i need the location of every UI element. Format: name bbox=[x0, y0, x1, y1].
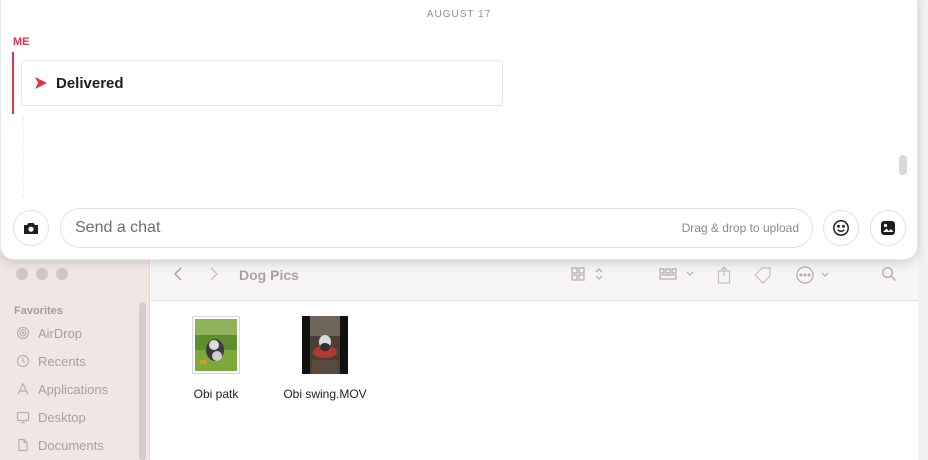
file-item-obi-patk[interactable]: Obi patk bbox=[176, 316, 256, 401]
more-actions-button[interactable] bbox=[795, 266, 833, 284]
airdrop-icon bbox=[16, 326, 30, 340]
message-status-card: Delivered bbox=[21, 60, 503, 106]
chevron-left-icon bbox=[173, 267, 182, 281]
chat-input[interactable] bbox=[61, 219, 682, 237]
thread-guide-line bbox=[23, 117, 24, 197]
search-icon bbox=[881, 266, 896, 281]
tag-icon bbox=[754, 267, 771, 284]
sidebar-item-airdrop[interactable]: AirDrop bbox=[16, 323, 82, 343]
share-button[interactable] bbox=[717, 266, 731, 284]
group-icon bbox=[659, 268, 694, 280]
file-name: Obi swing.MOV bbox=[283, 387, 367, 401]
sidebar-item-desktop[interactable]: Desktop bbox=[16, 407, 86, 427]
sidebar-item-label: Desktop bbox=[38, 409, 86, 425]
date-divider: AUGUST 17 bbox=[426, 9, 492, 20]
grid-view-icon bbox=[571, 267, 603, 281]
sidebar-item-applications[interactable]: Applications bbox=[16, 379, 108, 399]
tag-button[interactable] bbox=[753, 266, 773, 284]
camera-icon bbox=[24, 223, 38, 234]
chat-window: AUGUST 17 ME Delivered Drag & drop to up… bbox=[0, 0, 918, 260]
chevron-right-icon bbox=[210, 267, 219, 281]
sidebar-item-label: Recents bbox=[38, 353, 86, 369]
ellipsis-circle-icon bbox=[796, 266, 829, 284]
message-status-text: Delivered bbox=[56, 74, 124, 92]
chat-scrollbar[interactable] bbox=[899, 155, 907, 175]
sidebar-item-label: Documents bbox=[38, 437, 104, 453]
image-thumbnail bbox=[192, 316, 240, 374]
forward-button[interactable] bbox=[209, 266, 219, 282]
emoji-button[interactable] bbox=[823, 210, 859, 246]
finder-window: Favorites AirDrop Recents Applications D… bbox=[0, 250, 918, 460]
share-icon bbox=[717, 266, 731, 284]
drag-drop-hint: Drag & drop to upload bbox=[681, 221, 799, 235]
sender-accent-bar bbox=[12, 52, 14, 114]
sidebar-item-recents[interactable]: Recents bbox=[16, 351, 86, 371]
finder-sidebar: Favorites AirDrop Recents Applications D… bbox=[0, 250, 150, 460]
file-name: Obi patk bbox=[193, 387, 239, 401]
applications-icon bbox=[17, 383, 29, 395]
sticker-icon bbox=[881, 221, 895, 235]
sidebar-item-label: AirDrop bbox=[38, 325, 83, 341]
sidebar-scrollbar[interactable] bbox=[139, 302, 146, 460]
folder-title: Dog Pics bbox=[239, 267, 299, 283]
sender-label: ME bbox=[13, 36, 30, 48]
video-thumbnail bbox=[302, 316, 348, 374]
sidebar-item-documents[interactable]: Documents bbox=[16, 435, 104, 455]
close-window-button[interactable] bbox=[16, 268, 28, 280]
smiley-icon bbox=[833, 220, 849, 236]
search-button[interactable] bbox=[881, 266, 897, 282]
view-mode-button[interactable] bbox=[571, 266, 605, 282]
file-item-obi-swing[interactable]: Obi swing.MOV bbox=[270, 316, 380, 401]
desktop-icon bbox=[16, 411, 30, 424]
camera-button[interactable] bbox=[13, 210, 49, 246]
document-icon bbox=[18, 438, 28, 452]
minimize-window-button[interactable] bbox=[36, 268, 48, 280]
group-by-button[interactable] bbox=[659, 266, 697, 282]
back-button[interactable] bbox=[173, 266, 183, 282]
sent-arrow-icon bbox=[35, 77, 47, 89]
chat-composer: Drag & drop to upload bbox=[60, 208, 813, 248]
sticker-button[interactable] bbox=[870, 210, 906, 246]
clock-icon bbox=[16, 354, 30, 368]
zoom-window-button[interactable] bbox=[56, 268, 68, 280]
sidebar-heading-favorites: Favorites bbox=[14, 305, 63, 317]
sidebar-item-label: Applications bbox=[38, 381, 109, 397]
